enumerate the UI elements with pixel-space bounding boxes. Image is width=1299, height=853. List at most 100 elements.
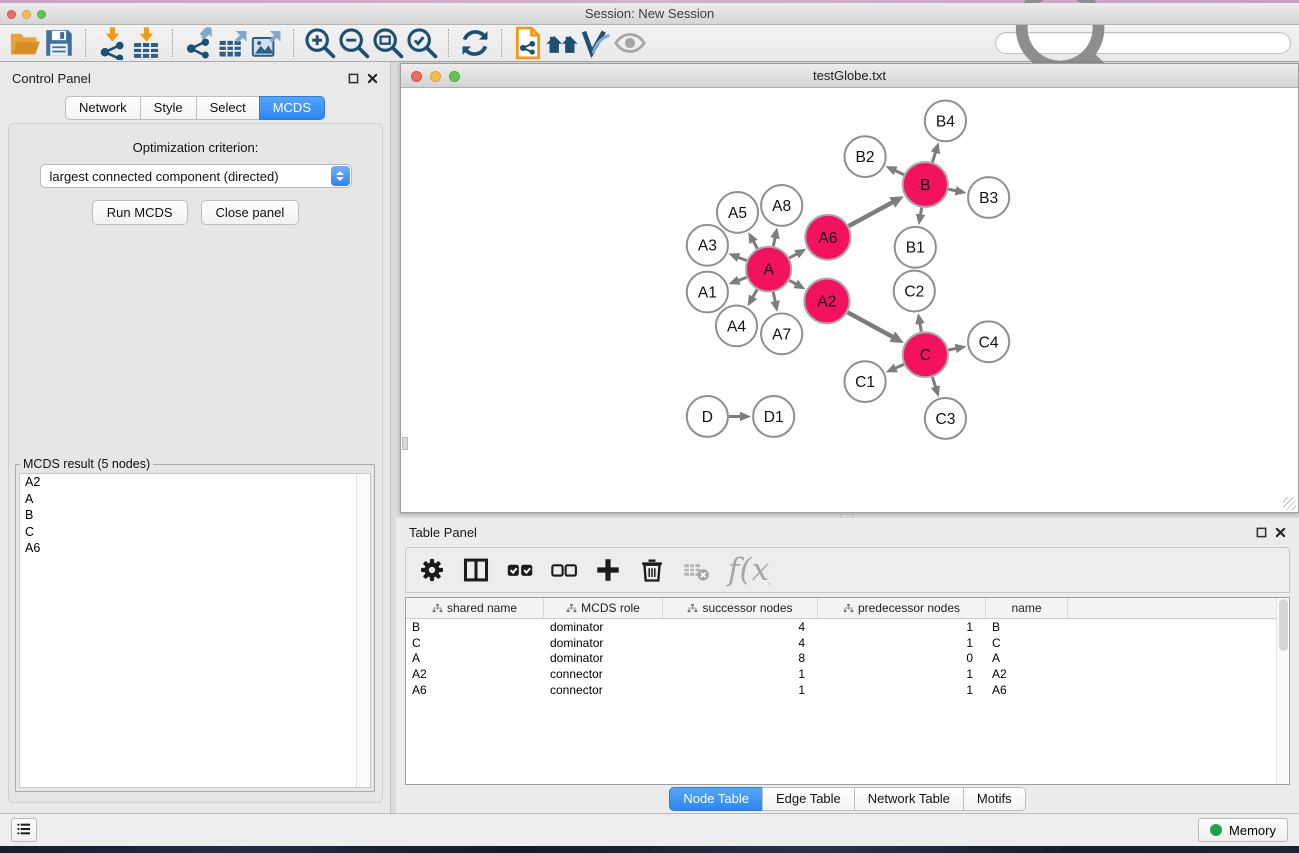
- node-A8[interactable]: A8: [761, 185, 802, 226]
- edge-A-A1[interactable]: [738, 277, 747, 280]
- cell-MCDS-role[interactable]: connector: [544, 667, 663, 681]
- cell-MCDS-role[interactable]: dominator: [544, 620, 663, 634]
- mcds-result-item[interactable]: A: [20, 491, 356, 508]
- cell-MCDS-role[interactable]: connector: [544, 683, 663, 697]
- column-header-shared-name[interactable]: shared name: [406, 598, 544, 618]
- node-A[interactable]: A: [746, 247, 791, 292]
- unselect-all-columns-button[interactable]: [550, 556, 578, 584]
- column-header-MCDS-role[interactable]: MCDS role: [544, 598, 663, 618]
- export-table-button[interactable]: [216, 28, 250, 58]
- mcds-result-list[interactable]: A2ABCA6: [20, 474, 356, 787]
- cell-predecessor-nodes[interactable]: 1: [818, 636, 986, 650]
- memory-button[interactable]: Memory: [1198, 818, 1288, 842]
- node-D[interactable]: D: [687, 396, 728, 437]
- export-network-button[interactable]: [182, 28, 216, 58]
- export-image-button[interactable]: [250, 28, 284, 58]
- mcds-result-scrollbar[interactable]: [356, 474, 370, 787]
- edge-A-A8[interactable]: [773, 237, 775, 246]
- cell-name[interactable]: A2: [986, 667, 1068, 681]
- column-header-predecessor-nodes[interactable]: predecessor nodes: [818, 598, 986, 618]
- edge-A2-C[interactable]: [848, 312, 894, 337]
- node-B[interactable]: B: [903, 162, 948, 207]
- open-session-button[interactable]: [8, 28, 42, 58]
- zoom-in-button[interactable]: [303, 28, 337, 58]
- cell-shared-name[interactable]: A: [406, 651, 544, 665]
- node-A3[interactable]: A3: [687, 225, 728, 266]
- search-box[interactable]: [995, 32, 1291, 54]
- table-settings-button[interactable]: [418, 556, 446, 584]
- cell-shared-name[interactable]: A2: [406, 667, 544, 681]
- search-input[interactable]: [1151, 36, 1282, 50]
- node-C[interactable]: C: [903, 332, 948, 377]
- network-canvas[interactable]: B4B2BB3A8A5A6A3B1AA1C2A2A4A7C4CC1C3DD1: [402, 89, 1297, 511]
- cell-MCDS-role[interactable]: dominator: [544, 651, 663, 665]
- zoom-out-button[interactable]: [337, 28, 371, 58]
- zoom-selected-button[interactable]: [405, 28, 439, 58]
- select-all-columns-button[interactable]: [506, 556, 534, 584]
- cell-name[interactable]: C: [986, 636, 1068, 650]
- hide-details-button[interactable]: [613, 28, 647, 58]
- tab-select[interactable]: Select: [196, 96, 260, 120]
- cell-predecessor-nodes[interactable]: 1: [818, 683, 986, 697]
- function-builder-button[interactable]: f(x): [726, 556, 770, 584]
- cell-predecessor-nodes[interactable]: 0: [818, 651, 986, 665]
- save-session-button[interactable]: [42, 28, 76, 58]
- edge-A6-B[interactable]: [849, 202, 894, 226]
- edge-A-A4[interactable]: [752, 290, 757, 298]
- edge-A-A6[interactable]: [789, 254, 797, 258]
- node-C4[interactable]: C4: [968, 321, 1009, 362]
- close-window-button[interactable]: [7, 10, 16, 19]
- edge-B-B2[interactable]: [895, 170, 904, 174]
- edge-B-B3[interactable]: [948, 189, 956, 191]
- delete-table-button[interactable]: [682, 556, 710, 584]
- float-table-panel-icon[interactable]: [1256, 527, 1267, 538]
- cell-shared-name[interactable]: C: [406, 636, 544, 650]
- cell-shared-name[interactable]: B: [406, 620, 544, 634]
- cell-successor-nodes[interactable]: 1: [663, 667, 818, 681]
- window-resize-grip[interactable]: [1283, 497, 1296, 510]
- node-B1[interactable]: B1: [895, 227, 936, 268]
- cell-name[interactable]: A6: [986, 683, 1068, 697]
- network-close-button[interactable]: [411, 71, 422, 82]
- tab-mcds[interactable]: MCDS: [259, 96, 325, 120]
- minimize-window-button[interactable]: [22, 10, 31, 19]
- import-network-button[interactable]: [95, 28, 129, 58]
- node-C3[interactable]: C3: [925, 398, 966, 439]
- edge-C-C4[interactable]: [948, 348, 956, 350]
- show-graphics-details-button[interactable]: [579, 28, 613, 58]
- table-row[interactable]: A2connector11A2: [406, 666, 1289, 682]
- edge-B-B4[interactable]: [932, 152, 935, 162]
- node-A5[interactable]: A5: [717, 192, 758, 233]
- refresh-button[interactable]: [458, 28, 492, 58]
- mcds-result-item[interactable]: B: [20, 507, 356, 524]
- edge-C-C3[interactable]: [932, 377, 935, 387]
- zoom-window-button[interactable]: [37, 10, 46, 19]
- float-panel-icon[interactable]: [348, 73, 359, 84]
- cell-MCDS-role[interactable]: dominator: [544, 636, 663, 650]
- node-A2[interactable]: A2: [804, 279, 849, 324]
- network-minimize-button[interactable]: [430, 71, 441, 82]
- cell-successor-nodes[interactable]: 8: [663, 651, 818, 665]
- cell-predecessor-nodes[interactable]: 1: [818, 667, 986, 681]
- edge-A-A3[interactable]: [738, 257, 747, 260]
- node-A4[interactable]: A4: [716, 305, 757, 346]
- table-row[interactable]: Bdominator41B: [406, 619, 1289, 635]
- cell-name[interactable]: B: [986, 620, 1068, 634]
- node-A7[interactable]: A7: [761, 313, 802, 354]
- edge-A-A5[interactable]: [753, 241, 757, 249]
- cell-shared-name[interactable]: A6: [406, 683, 544, 697]
- tab-node-table[interactable]: Node Table: [669, 787, 763, 811]
- network-zoom-button[interactable]: [449, 71, 460, 82]
- new-network-from-selection-button[interactable]: [511, 28, 545, 58]
- run-mcds-button[interactable]: Run MCDS: [92, 200, 188, 225]
- edge-C-C1[interactable]: [895, 364, 904, 368]
- cell-predecessor-nodes[interactable]: 1: [818, 620, 986, 634]
- cell-successor-nodes[interactable]: 4: [663, 620, 818, 634]
- canvas-edge-grip[interactable]: [402, 437, 408, 450]
- close-panel-icon[interactable]: [367, 73, 378, 84]
- optimization-criterion-select[interactable]: largest connected component (directed): [40, 164, 352, 188]
- network-graph[interactable]: B4B2BB3A8A5A6A3B1AA1C2A2A4A7C4CC1C3DD1: [402, 89, 1297, 511]
- tab-motifs[interactable]: Motifs: [963, 787, 1026, 811]
- import-table-button[interactable]: [129, 28, 163, 58]
- cell-name[interactable]: A: [986, 651, 1068, 665]
